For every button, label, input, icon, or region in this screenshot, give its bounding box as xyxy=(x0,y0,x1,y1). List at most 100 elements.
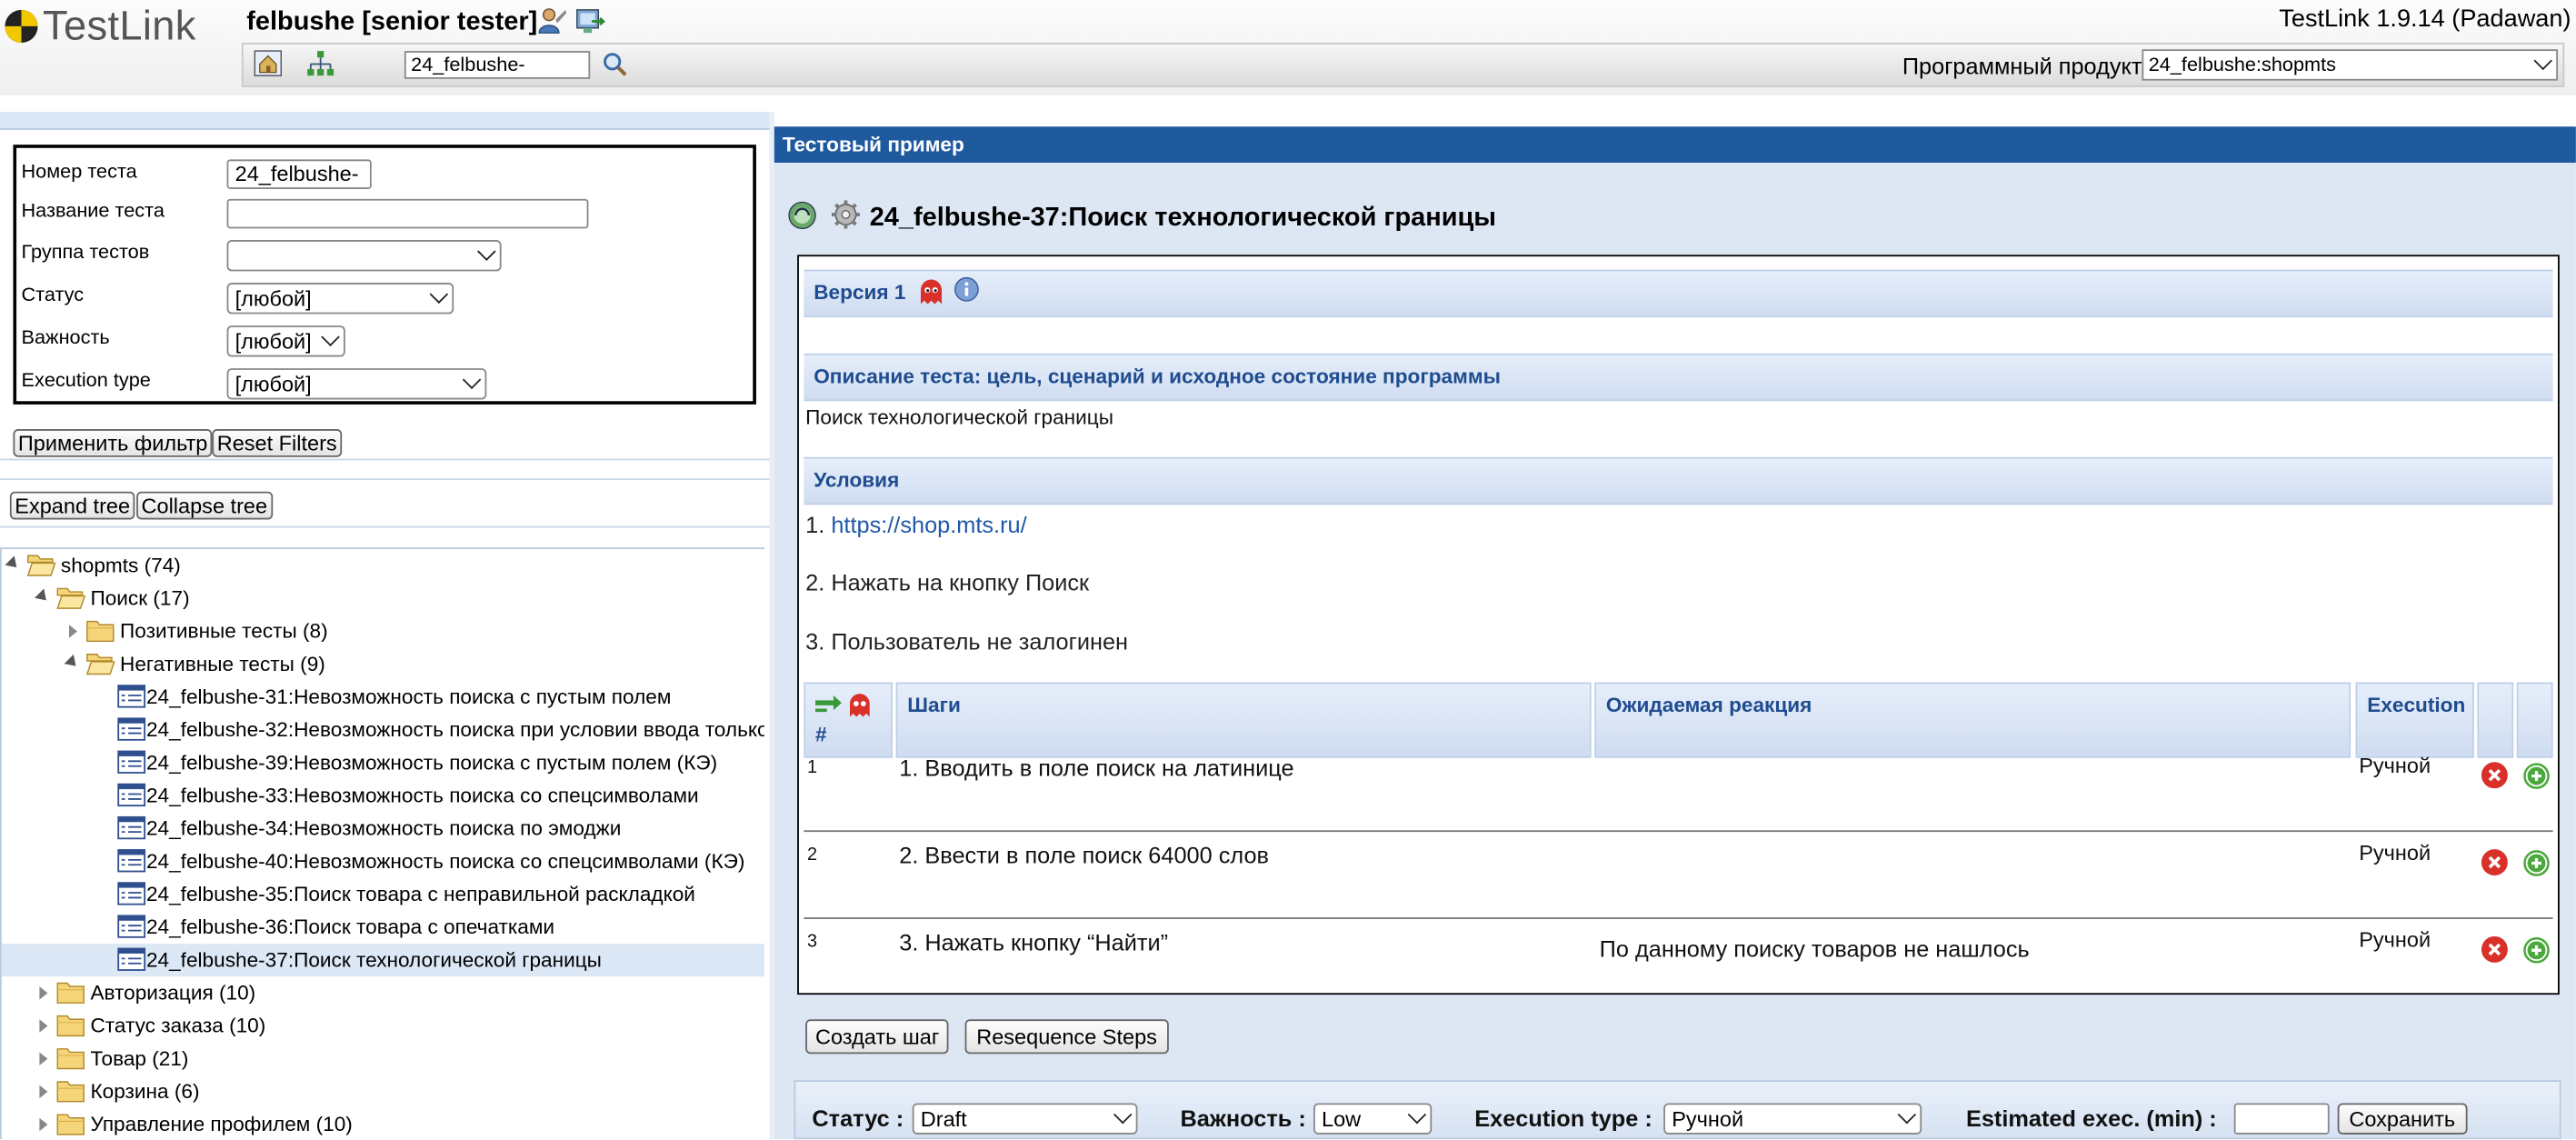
testcase-icon xyxy=(116,684,146,708)
collapsed-arrow-icon[interactable] xyxy=(39,1085,48,1099)
testcase-icon xyxy=(116,881,146,905)
user-title: felbushe [senior tester] xyxy=(246,8,538,36)
tree-testcase-node[interactable]: 24_felbushe-33:Невозможность поиска со с… xyxy=(2,779,764,812)
add-step-icon[interactable] xyxy=(2523,763,2550,789)
tree-folder-node[interactable]: Позитивные тесты (8) xyxy=(2,615,764,647)
tree-node-label: 24_felbushe-34:Невозможность поиска по э… xyxy=(145,816,622,841)
search-icon[interactable] xyxy=(602,51,628,77)
expanded-arrow-icon[interactable] xyxy=(35,588,51,605)
collapsed-arrow-icon[interactable] xyxy=(39,1052,48,1065)
version-label: TestLink 1.9.14 (Padawan) xyxy=(2279,5,2571,34)
step-number: 2 xyxy=(806,845,818,865)
execution-header-label: Execution xyxy=(2367,694,2466,717)
status-select-value: Draft xyxy=(920,1106,967,1132)
add-step-icon[interactable] xyxy=(2523,850,2550,876)
save-button[interactable]: Сохранить xyxy=(2337,1103,2467,1135)
testcase-search-input[interactable]: 24_felbushe- xyxy=(404,51,591,79)
apply-filter-button[interactable]: Применить фильтр xyxy=(13,429,213,457)
main-toolbar: 24_felbushe- Программный продукт 24_felb… xyxy=(241,43,2565,87)
condition-1: 1. https://shop.mts.ru/ xyxy=(805,511,1026,537)
tree-folder-node[interactable]: Статус заказа (10) xyxy=(2,1009,764,1042)
step-row[interactable]: 1 1. Вводить в поле поиск на латинице Ручн… xyxy=(804,745,2553,833)
shop-link[interactable]: https://shop.mts.ru/ xyxy=(831,511,1026,537)
importance-select[interactable]: Low xyxy=(1313,1103,1433,1135)
personal-settings-icon[interactable] xyxy=(537,6,567,36)
refresh-tree-icon[interactable] xyxy=(787,201,817,231)
tree-node-label: 24_felbushe-32:Невозможность поиска при … xyxy=(145,718,764,742)
tree-testcase-node[interactable]: 24_felbushe-39:Невозможность поиска с пу… xyxy=(2,746,764,779)
logout-icon[interactable] xyxy=(575,6,605,36)
testlink-logo[interactable]: TestLink xyxy=(0,3,230,50)
collapsed-arrow-icon[interactable] xyxy=(39,1019,48,1033)
create-step-button[interactable]: Создать шаг xyxy=(805,1019,950,1055)
expanded-arrow-icon[interactable] xyxy=(5,555,22,573)
testcase-icon xyxy=(116,815,146,840)
estimated-exec-input[interactable] xyxy=(2233,1103,2330,1135)
condition-2: 2. Нажать на кнопку Поиск xyxy=(805,568,1090,595)
tc-id-input[interactable]: 24_felbushe- xyxy=(226,159,372,189)
tc-name-input[interactable] xyxy=(226,198,589,229)
status-select[interactable]: Draft xyxy=(912,1103,1138,1135)
tree-folder-node[interactable]: Товар (21) xyxy=(2,1043,764,1075)
testcase-icon xyxy=(116,783,146,807)
collapse-tree-button[interactable]: Collapse tree xyxy=(136,491,273,520)
step-execution-type: Ручной xyxy=(2359,840,2431,865)
delete-step-icon[interactable] xyxy=(2481,935,2509,964)
tree-testcase-node[interactable]: 24_felbushe-37:Поиск технологической гра… xyxy=(1,944,764,977)
testlink-page: TestLink felbushe [senior tester] TestLi… xyxy=(0,0,2576,1140)
divider xyxy=(0,525,770,528)
expanded-arrow-icon[interactable] xyxy=(64,654,81,671)
execution-type-select[interactable]: Ручной xyxy=(1663,1103,1922,1135)
collapsed-arrow-icon[interactable] xyxy=(39,986,48,1000)
collapsed-arrow-icon[interactable] xyxy=(39,1117,48,1132)
tree-folder-node[interactable]: shopmts (74) xyxy=(2,549,764,582)
tree-folder-node[interactable]: Авторизация (10) xyxy=(2,976,764,1009)
delete-step-icon[interactable] xyxy=(2481,848,2509,876)
step-row[interactable]: 2 2. Ввести в поле поиск 64000 слов Ручной xyxy=(804,832,2553,919)
tree-folder-node[interactable]: Корзина (6) xyxy=(2,1075,764,1108)
chevron-down-icon xyxy=(462,370,482,389)
tree-node-label: 24_felbushe-35:Поиск товара с неправильн… xyxy=(145,883,695,906)
tree-testcase-node[interactable]: 24_felbushe-35:Поиск товара с неправильн… xyxy=(2,878,764,911)
tree-folder-node[interactable]: Управление профилем (10) xyxy=(2,1108,764,1139)
tree-testcase-node[interactable]: 24_felbushe-36:Поиск товара с опечатками xyxy=(2,911,764,944)
tree-testcase-node[interactable]: 24_felbushe-32:Невозможность поиска при … xyxy=(2,714,764,746)
tree-testcase-node[interactable]: 24_felbushe-40:Невозможность поиска со с… xyxy=(2,845,764,878)
expand-tree-button[interactable]: Expand tree xyxy=(9,491,135,520)
testcase-panel-header: Тестовый пример xyxy=(774,126,2576,164)
ghost-icon[interactable] xyxy=(917,278,945,306)
product-select[interactable]: 24_felbushe:shopmts xyxy=(2142,49,2559,81)
tree-testcase-node[interactable]: 24_felbushe-34:Невозможность поиска по э… xyxy=(2,812,764,845)
tree-folder-node[interactable]: Негативные тесты (9) xyxy=(2,648,764,681)
step-row[interactable]: 3 3. Нажать кнопку “Найти” По данному поис… xyxy=(804,919,2552,1006)
step-action: 2. Ввести в поле поиск 64000 слов xyxy=(899,841,1269,868)
chevron-down-icon xyxy=(1113,1105,1133,1125)
importance-filter-select[interactable]: [любой] xyxy=(226,325,345,357)
chevron-down-icon xyxy=(321,327,340,346)
add-step-icon[interactable] xyxy=(2523,937,2550,964)
collapsed-arrow-icon[interactable] xyxy=(68,625,77,638)
status-filter-select[interactable]: [любой] xyxy=(226,283,454,315)
ghost-icon[interactable] xyxy=(846,692,873,718)
filter-label-tc-id: Номер теста xyxy=(21,159,137,183)
reorder-steps-icon[interactable] xyxy=(814,694,844,716)
info-icon[interactable] xyxy=(954,276,980,303)
tree-node-label: Позитивные тесты (8) xyxy=(120,619,328,644)
resequence-steps-button[interactable]: Resequence Steps xyxy=(964,1019,1169,1055)
test-spec-icon[interactable] xyxy=(305,49,335,79)
logo-text: TestLink xyxy=(43,3,196,50)
tree-folder-node[interactable]: Поиск (17) xyxy=(2,582,764,615)
reset-filters-button[interactable]: Reset Filters xyxy=(212,429,343,457)
home-icon[interactable] xyxy=(254,49,284,79)
testcase-icon xyxy=(116,750,146,775)
delete-step-icon[interactable] xyxy=(2481,761,2509,789)
execution-type-filter-select[interactable]: [любой] xyxy=(226,368,487,400)
expected-header-label: Ожидаемая реакция xyxy=(1605,694,1812,717)
filter-label-importance: Важность xyxy=(21,325,110,349)
tree-node-label: 24_felbushe-37:Поиск технологической гра… xyxy=(145,948,602,972)
gear-icon[interactable] xyxy=(830,199,861,230)
tree-testcase-node[interactable]: 24_felbushe-31:Невозможность поиска с пу… xyxy=(2,681,764,714)
test-suite-select[interactable] xyxy=(226,240,502,272)
step-expected-result: По данному поиску товаров не нашлось xyxy=(1599,935,2030,962)
folder-icon xyxy=(85,618,115,643)
